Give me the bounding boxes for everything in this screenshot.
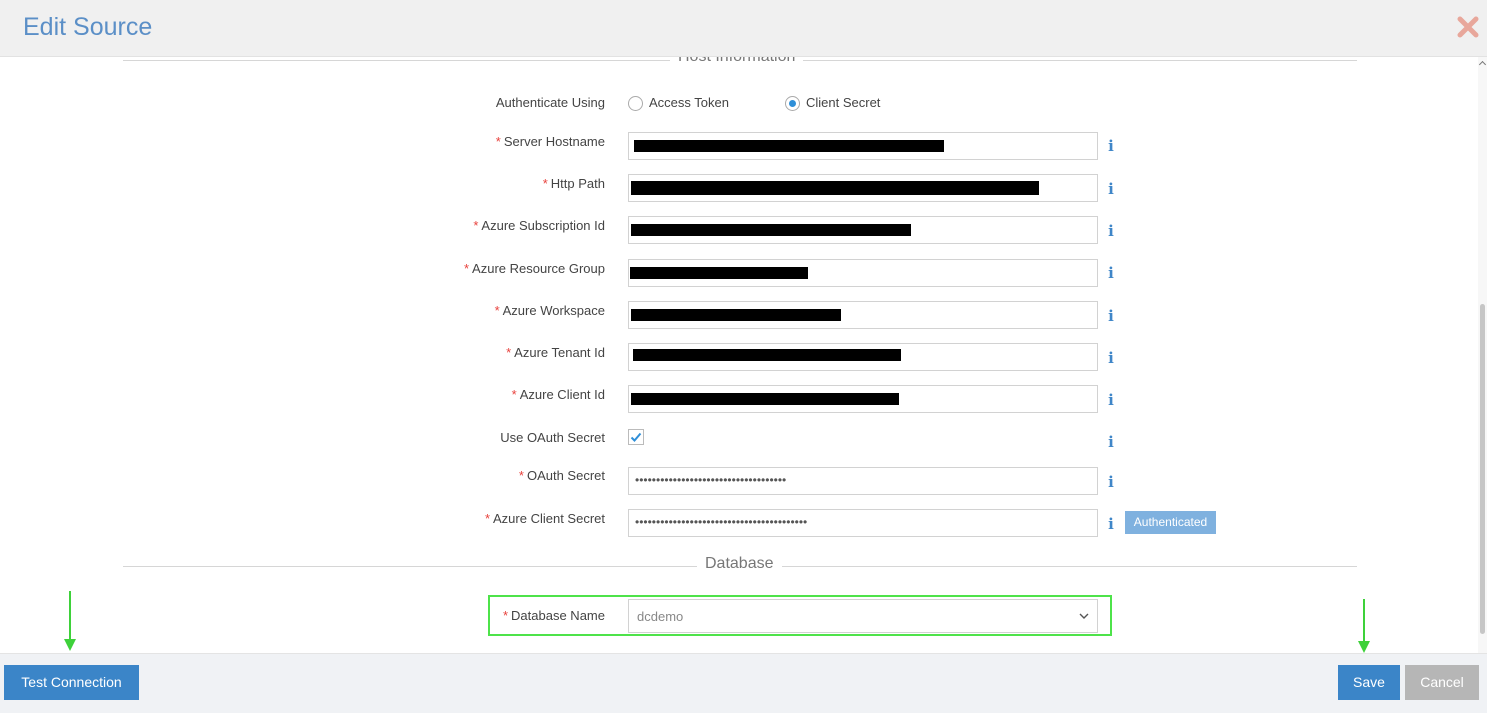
azure-workspace-label: * Azure Workspace xyxy=(494,303,605,318)
azure-tenant-id-input[interactable] xyxy=(628,343,1098,371)
chevron-down-icon xyxy=(1079,613,1089,619)
masked-value: ••••••••••••••••••••••••••••••••••••••••… xyxy=(635,515,808,529)
dialog-title: Edit Source xyxy=(23,13,153,41)
redacted-value xyxy=(630,267,808,279)
database-name-select[interactable]: dcdemo xyxy=(628,599,1098,633)
dialog-footer: Test Connection Save Cancel xyxy=(0,653,1487,713)
vertical-scrollbar[interactable] xyxy=(1478,57,1487,653)
database-name-value: dcdemo xyxy=(637,609,684,624)
info-icon[interactable]: i xyxy=(1105,137,1117,155)
radio-client-secret-label[interactable]: Client Secret xyxy=(806,95,880,110)
database-section-title: Database xyxy=(697,555,782,573)
server-hostname-label: * Server Hostname xyxy=(495,134,605,149)
azure-workspace-input[interactable] xyxy=(628,301,1098,329)
radio-access-token-label[interactable]: Access Token xyxy=(649,95,729,110)
cancel-button[interactable]: Cancel xyxy=(1405,665,1479,700)
info-icon[interactable]: i xyxy=(1105,391,1117,409)
info-icon[interactable]: i xyxy=(1105,222,1117,240)
redacted-value xyxy=(633,349,901,361)
use-oauth-secret-label: Use OAuth Secret xyxy=(500,430,605,445)
azure-tenant-id-label: * Azure Tenant Id xyxy=(506,345,605,360)
required-mark: * xyxy=(495,134,501,149)
info-icon[interactable]: i xyxy=(1105,515,1117,533)
scroll-up-icon[interactable] xyxy=(1478,60,1487,69)
redacted-value xyxy=(631,224,911,236)
host-section-title: Host Information xyxy=(670,57,804,66)
database-name-label: * Database Name xyxy=(502,608,605,623)
azure-resource-group-label: * Azure Resource Group xyxy=(463,261,605,276)
arrow-down-icon xyxy=(1358,599,1370,653)
test-connection-button[interactable]: Test Connection xyxy=(4,665,139,700)
info-icon[interactable]: i xyxy=(1105,307,1117,325)
masked-value: •••••••••••••••••••••••••••••••••••• xyxy=(635,473,787,487)
info-icon[interactable]: i xyxy=(1105,433,1117,451)
close-icon[interactable] xyxy=(1457,16,1479,38)
info-icon[interactable]: i xyxy=(1105,180,1117,198)
azure-client-secret-label: * Azure Client Secret xyxy=(484,511,605,526)
redacted-value xyxy=(634,140,944,152)
scrollbar-thumb[interactable] xyxy=(1480,304,1485,634)
radio-access-token[interactable] xyxy=(628,96,643,111)
radio-client-secret[interactable] xyxy=(785,96,800,111)
azure-subscription-id-input[interactable] xyxy=(628,216,1098,244)
check-icon xyxy=(630,432,642,442)
info-icon[interactable]: i xyxy=(1105,264,1117,282)
arrow-down-icon xyxy=(64,591,76,651)
http-path-input[interactable] xyxy=(628,174,1098,202)
redacted-value xyxy=(631,181,1039,195)
auth-label: Authenticate Using xyxy=(495,95,605,110)
dialog-header: Edit Source xyxy=(0,0,1487,57)
save-button[interactable]: Save xyxy=(1338,665,1400,700)
oauth-secret-input[interactable]: •••••••••••••••••••••••••••••••••••• xyxy=(628,467,1098,495)
azure-subscription-id-label: * Azure Subscription Id xyxy=(473,218,605,233)
azure-client-id-label: * Azure Client Id xyxy=(511,387,605,402)
oauth-secret-label: * OAuth Secret xyxy=(518,468,605,483)
server-hostname-input[interactable] xyxy=(628,132,1098,160)
azure-client-id-input[interactable] xyxy=(628,385,1098,413)
authenticated-badge: Authenticated xyxy=(1125,511,1216,534)
azure-client-secret-input[interactable]: ••••••••••••••••••••••••••••••••••••••••… xyxy=(628,509,1098,537)
info-icon[interactable]: i xyxy=(1105,473,1117,491)
http-path-label: * Http Path xyxy=(542,176,605,191)
dialog-body: Host Information Authenticate Using Acce… xyxy=(0,57,1487,653)
info-icon[interactable]: i xyxy=(1105,349,1117,367)
use-oauth-secret-checkbox[interactable] xyxy=(628,429,644,445)
azure-resource-group-input[interactable] xyxy=(628,259,1098,287)
redacted-value xyxy=(631,309,841,321)
redacted-value xyxy=(631,393,899,405)
